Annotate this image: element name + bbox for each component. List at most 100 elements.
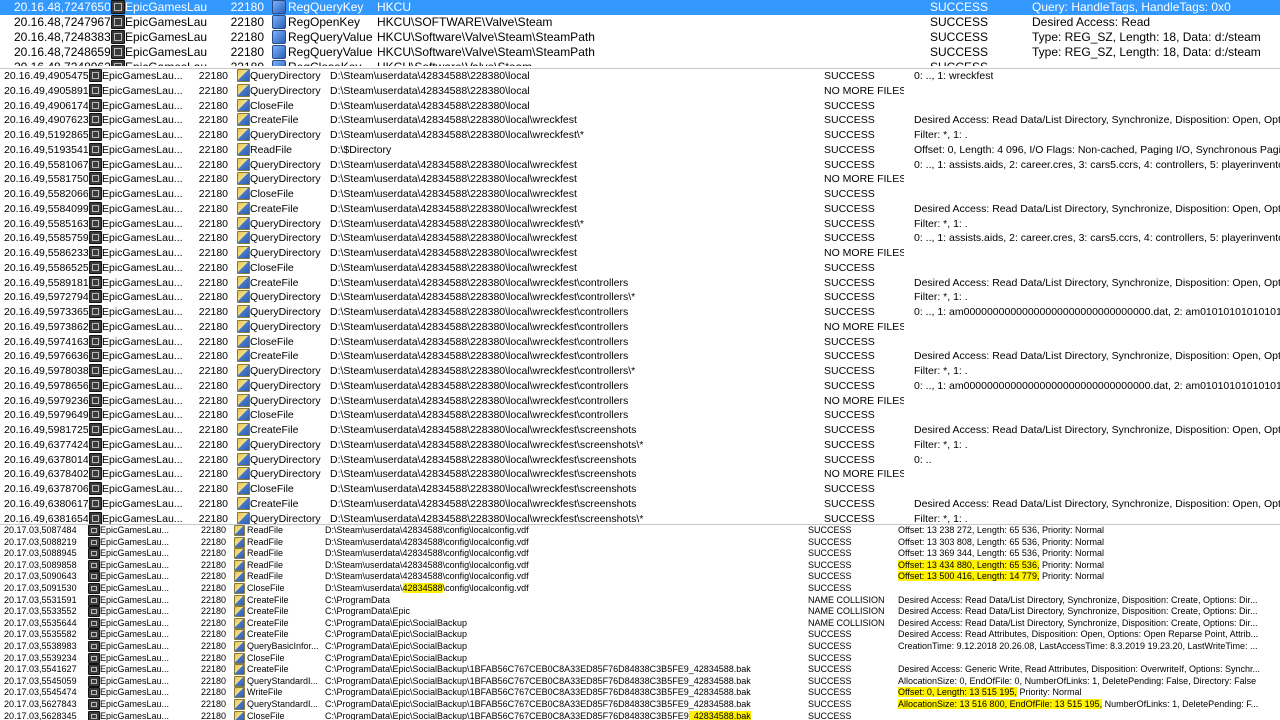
event-row[interactable]: 20.16.49,4907623 EpicGamesLau... 22180 Crea… bbox=[0, 113, 1280, 128]
event-row[interactable]: 20.16.49,6378014 EpicGamesLau... 22180 Quer… bbox=[0, 452, 1280, 468]
operation-cell: QueryDirectory bbox=[250, 232, 321, 245]
event-row[interactable]: 20.16.49,6378402 EpicGamesLau... 22180 Quer… bbox=[0, 467, 1280, 482]
event-row[interactable]: 20.16.49,5978656 EpicGamesLau... 22180 Quer… bbox=[0, 378, 1280, 394]
process-icon bbox=[89, 496, 102, 510]
event-row[interactable]: 20.16.49,5978038 EpicGamesLau... 22180 Quer… bbox=[0, 364, 1280, 379]
event-row[interactable]: 20.16.49,5585163 EpicGamesLau... 22180 Quer… bbox=[0, 216, 1280, 232]
process-icon bbox=[88, 525, 100, 536]
filesystem-icon bbox=[237, 142, 250, 156]
time-cell: 20.17.03,5091530 bbox=[4, 583, 77, 593]
event-row[interactable]: 20.17.03,5541627 EpicGamesLau... 22180 Crea… bbox=[0, 664, 1280, 676]
event-row[interactable]: 20.17.03,5088945 EpicGamesLau... 22180 Read… bbox=[0, 548, 1280, 560]
detail-cell: 0: .., 1: assists.aids, 2: career.cres, … bbox=[914, 232, 1280, 245]
detail-cell: 0: .. bbox=[914, 453, 932, 466]
event-row[interactable]: 20.17.03,5538983 EpicGamesLau... 22180 Quer… bbox=[0, 641, 1280, 653]
path-prefix: D:\Steam\userdata\ bbox=[325, 583, 403, 593]
pid-cell: 22180 bbox=[230, 15, 264, 29]
event-row[interactable]: 20.16.49,5581067 EpicGamesLau... 22180 Quer… bbox=[0, 157, 1280, 173]
time-cell: 20.16.49,4905891 bbox=[4, 84, 88, 97]
event-row[interactable]: 20.16.49,6381654 EpicGamesLau... 22180 Quer… bbox=[0, 511, 1280, 526]
filesystem-icon bbox=[234, 641, 245, 652]
process-name-cell: EpicGamesLau... bbox=[125, 60, 208, 66]
filesystem-icon bbox=[234, 594, 245, 606]
event-row[interactable]: 20.16.49,5192865 EpicGamesLau... 22180 Quer… bbox=[0, 128, 1280, 143]
event-row[interactable]: 20.17.03,5539234 EpicGamesLau... 22180 Clos… bbox=[0, 652, 1280, 665]
time-cell: 20.16.49,6378014 bbox=[4, 453, 88, 466]
event-row[interactable]: 20.16.49,5582066 EpicGamesLau... 22180 Clos… bbox=[0, 187, 1280, 202]
event-row[interactable]: 20.16.49,5976636 EpicGamesLau... 22180 Crea… bbox=[0, 349, 1280, 364]
event-row[interactable]: 20.16.49,5974163 EpicGamesLau... 22180 Clos… bbox=[0, 334, 1280, 350]
event-row[interactable]: 20.16.48,7247967 EpicGamesLau... 22180 RegO… bbox=[0, 15, 1280, 30]
event-row[interactable]: 20.17.03,5088219 EpicGamesLau... 22180 Read… bbox=[0, 536, 1280, 549]
filesystem-icon bbox=[237, 511, 250, 525]
process-name-cell: EpicGamesLau... bbox=[102, 394, 182, 407]
event-row[interactable]: 20.16.49,5973365 EpicGamesLau... 22180 Quer… bbox=[0, 305, 1280, 320]
event-row[interactable]: 20.17.03,5627843 EpicGamesLau... 22180 Quer… bbox=[0, 699, 1280, 711]
event-row[interactable]: 20.16.49,5584099 EpicGamesLau... 22180 Crea… bbox=[0, 201, 1280, 217]
operation-cell: RegCloseKey bbox=[288, 60, 373, 66]
event-row[interactable]: 20.16.49,5585759 EpicGamesLau... 22180 Quer… bbox=[0, 231, 1280, 246]
pid-cell: 22180 bbox=[200, 536, 226, 547]
event-row[interactable]: 20.16.49,5586525 EpicGamesLau... 22180 Clos… bbox=[0, 260, 1280, 276]
event-row[interactable]: 20.17.03,5089858 EpicGamesLau... 22180 Read… bbox=[0, 559, 1280, 572]
event-row[interactable]: 20.17.03,5531591 EpicGamesLau... 22180 Crea… bbox=[0, 594, 1280, 607]
path-suffix: \config\localconfig.vdf bbox=[442, 583, 529, 593]
process-name-cell: EpicGamesLau... bbox=[102, 129, 182, 141]
event-row[interactable]: 20.16.48,7247650 EpicGamesLau... 22180 RegQ… bbox=[0, 0, 1280, 15]
event-row[interactable]: 20.16.49,4905891 EpicGamesLau... 22180 Quer… bbox=[0, 83, 1280, 99]
path-cell: D:\Steam\userdata\42834588\228380\local\… bbox=[330, 453, 637, 466]
time-cell: 20.17.03,5627843 bbox=[4, 699, 77, 709]
result-cell: SUCCESS bbox=[930, 30, 989, 44]
event-row[interactable]: 20.16.49,5972794 EpicGamesLau... 22180 Quer… bbox=[0, 290, 1280, 305]
event-row[interactable]: 20.17.03,5533552 EpicGamesLau... 22180 Crea… bbox=[0, 606, 1280, 618]
event-row[interactable]: 20.16.49,5193541 EpicGamesLau... 22180 Read… bbox=[0, 142, 1280, 158]
result-cell: SUCCESS bbox=[808, 583, 852, 593]
operation-cell: WriteFile bbox=[247, 687, 283, 698]
event-row[interactable]: 20.17.03,5091530 EpicGamesLau... 22180 Clos… bbox=[0, 583, 1280, 595]
path-cell: D:\Steam\userdata\42834588\228380\local bbox=[330, 84, 530, 97]
event-row[interactable]: 20.16.49,5581750 EpicGamesLau... 22180 Quer… bbox=[0, 172, 1280, 187]
event-row[interactable]: 20.16.49,5589181 EpicGamesLau... 22180 Crea… bbox=[0, 275, 1280, 291]
process-icon bbox=[89, 216, 102, 230]
pid-cell: 22180 bbox=[198, 129, 228, 141]
pid-cell: 22180 bbox=[200, 699, 226, 709]
event-row[interactable]: 20.16.49,5586233 EpicGamesLau... 22180 Quer… bbox=[0, 246, 1280, 261]
registry-events-panel: 20.16.48,7247650 EpicGamesLau... 22180 RegQ… bbox=[0, 0, 1280, 66]
result-cell: SUCCESS bbox=[930, 45, 989, 59]
event-row[interactable]: 20.16.48,7248383 EpicGamesLau... 22180 RegQ… bbox=[0, 30, 1280, 45]
process-icon bbox=[89, 319, 102, 333]
event-row[interactable]: 20.16.49,5973862 EpicGamesLau... 22180 Quer… bbox=[0, 319, 1280, 335]
process-name-cell: EpicGamesLau... bbox=[125, 0, 208, 14]
result-cell: SUCCESS bbox=[824, 70, 875, 82]
result-cell: NAME COLLISION bbox=[808, 606, 885, 617]
event-row[interactable]: 20.16.49,6380617 EpicGamesLau... 22180 Crea… bbox=[0, 496, 1280, 512]
event-row[interactable]: 20.16.49,6378706 EpicGamesLau... 22180 Clos… bbox=[0, 482, 1280, 497]
event-row[interactable]: 20.16.48,7248962 EpicGamesLau... 22180 RegC… bbox=[0, 60, 1280, 66]
event-row[interactable]: 20.16.48,7248659 EpicGamesLau... 22180 RegQ… bbox=[0, 45, 1280, 60]
event-row[interactable]: 20.17.03,5535644 EpicGamesLau... 22180 Crea… bbox=[0, 617, 1280, 630]
path-cell: HKCU bbox=[377, 0, 412, 14]
path-cell: D:\Steam\userdata\42834588\228380\local\… bbox=[330, 409, 629, 422]
operation-cell: ReadFile bbox=[247, 548, 284, 559]
path-cell: HKCU\SOFTWARE\Valve\Steam bbox=[377, 15, 553, 29]
event-row[interactable]: 20.16.49,6377424 EpicGamesLau... 22180 Quer… bbox=[0, 437, 1280, 453]
process-icon bbox=[89, 113, 102, 127]
event-row[interactable]: 20.17.03,5090643 EpicGamesLau... 22180 Read… bbox=[0, 571, 1280, 583]
event-row[interactable]: 20.16.49,4905475 EpicGamesLau... 22180 Quer… bbox=[0, 69, 1280, 84]
result-cell: SUCCESS bbox=[808, 559, 852, 570]
process-name-cell: EpicGamesLau... bbox=[100, 536, 170, 547]
event-row[interactable]: 20.17.03,5545059 EpicGamesLau... 22180 Quer… bbox=[0, 675, 1280, 688]
filesystem-icon bbox=[234, 525, 245, 536]
operation-cell: CreateFile bbox=[250, 276, 299, 289]
event-row[interactable]: 20.17.03,5087484 EpicGamesLau... 22180 Read… bbox=[0, 525, 1280, 537]
event-row[interactable]: 20.16.49,4906174 EpicGamesLau... 22180 Clos… bbox=[0, 98, 1280, 114]
process-name-cell: EpicGamesLau... bbox=[102, 84, 182, 97]
later-file-events-panel: 20.17.03,5087484 EpicGamesLau... 22180 Read… bbox=[0, 524, 1280, 720]
event-row[interactable]: 20.16.49,5979649 EpicGamesLau... 22180 Clos… bbox=[0, 408, 1280, 423]
process-icon bbox=[111, 60, 125, 66]
event-row[interactable]: 20.16.49,5979236 EpicGamesLau... 22180 Quer… bbox=[0, 393, 1280, 409]
process-icon bbox=[89, 231, 102, 245]
event-row[interactable]: 20.17.03,5545474 EpicGamesLau... 22180 Writ… bbox=[0, 687, 1280, 699]
event-row[interactable]: 20.16.49,5981725 EpicGamesLau... 22180 Crea… bbox=[0, 423, 1280, 438]
event-row[interactable]: 20.17.03,5535582 EpicGamesLau... 22180 Crea… bbox=[0, 629, 1280, 641]
